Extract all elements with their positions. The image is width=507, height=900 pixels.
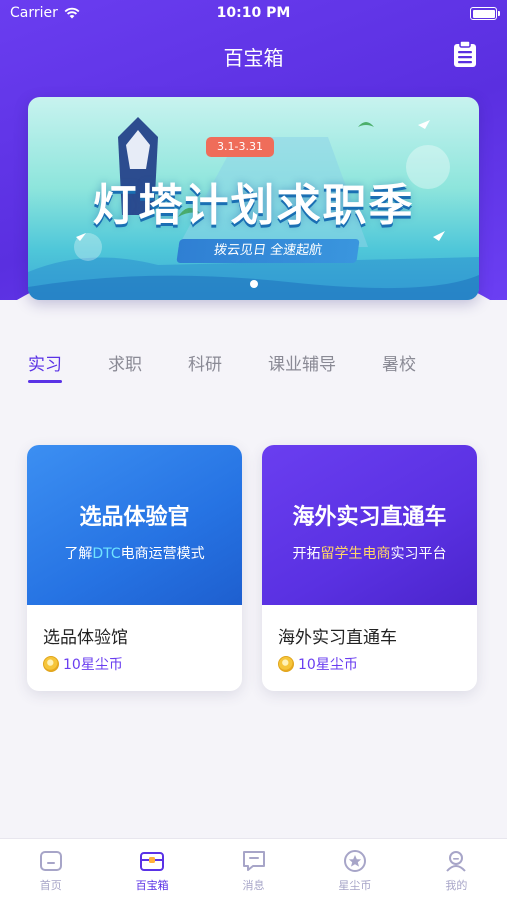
tab-tutoring[interactable]: 课业辅导 (268, 350, 336, 375)
banner-headline: 灯塔计划求职季 (92, 180, 415, 231)
product-card[interactable]: 海外实习直通车 开拓留学生电商实习平台 海外实习直通车 10星尘币 (262, 445, 477, 691)
card-cover-subtitle: 开拓留学生电商实习平台 (292, 546, 447, 562)
home-icon (39, 851, 62, 871)
tab-job[interactable]: 求职 (108, 350, 142, 375)
carousel-dot-active[interactable] (249, 280, 258, 288)
tab-research[interactable]: 科研 (188, 350, 222, 375)
banner-tagline: 拨云见日 全速起航 (176, 239, 360, 263)
clipboard-icon[interactable] (453, 40, 477, 68)
tab-summer-school[interactable]: 暑校 (382, 350, 416, 375)
card-cover: 选品体验官 了解DTC电商运营模式 (27, 445, 242, 605)
page-title: 百宝箱 (223, 46, 284, 70)
coin-icon (278, 656, 294, 672)
tabbar-star-coin[interactable]: 星尘币 (304, 839, 405, 900)
star-coin-icon (343, 850, 366, 872)
status-bar: Carrier 10:10 PM (0, 0, 507, 28)
card-cover-title: 海外实习直通车 (292, 505, 447, 530)
carousel-dots (28, 280, 479, 288)
battery-icon (470, 7, 500, 20)
product-card[interactable]: 选品体验官 了解DTC电商运营模式 选品体验馆 10星尘币 (27, 445, 242, 691)
tabbar-home[interactable]: 首页 (0, 839, 101, 900)
card-cover-subtitle: 了解DTC电商运营模式 (64, 546, 205, 562)
card-name: 海外实习直通车 (278, 628, 397, 648)
toolbox-icon (140, 852, 165, 871)
promo-banner[interactable]: 3.1-3.31 灯塔计划求职季 拨云见日 全速起航 (28, 97, 479, 300)
coin-icon (43, 656, 59, 672)
bottom-tab-bar: 首页 百宝箱 消息 星尘币 我的 (0, 838, 507, 900)
card-price: 10星尘币 (278, 654, 461, 674)
card-cover: 海外实习直通车 开拓留学生电商实习平台 (262, 445, 477, 605)
card-name: 选品体验馆 (43, 628, 128, 648)
tabbar-toolbox[interactable]: 百宝箱 (101, 839, 202, 900)
category-tabs: 实习 求职 科研 课业辅导 暑校 (28, 350, 462, 383)
tabbar-profile[interactable]: 我的 (406, 839, 507, 900)
active-tab-indicator (28, 380, 62, 383)
tabbar-messages[interactable]: 消息 (203, 839, 304, 900)
tab-internship[interactable]: 实习 (28, 350, 62, 383)
clock: 10:10 PM (216, 5, 291, 21)
profile-icon (446, 851, 467, 872)
date-range-badge: 3.1-3.31 (206, 137, 274, 157)
card-price: 10星尘币 (43, 654, 226, 674)
message-icon (242, 851, 265, 871)
card-cover-title: 选品体验官 (79, 505, 190, 530)
